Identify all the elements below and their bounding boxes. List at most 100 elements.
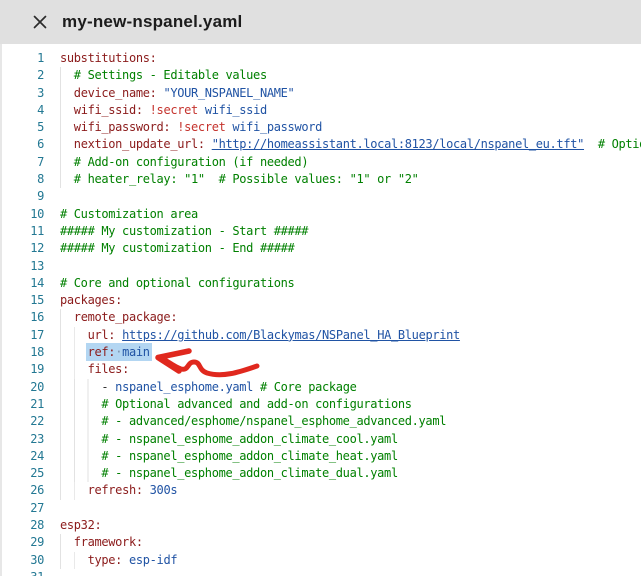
token-k: url: [88,328,116,342]
token-k: esp32: [60,518,101,532]
code-line[interactable]: 4 wifi_ssid: !secret wifi_ssid [2,102,641,119]
code-line[interactable]: 6 nextion_update_url: "http://homeassist… [2,136,641,153]
code-line[interactable]: 29 framework: [2,534,641,551]
token-s: wifi_password [226,120,323,134]
code-text: # heater_relay: "1" # Possible values: "… [60,171,419,188]
line-number: 22 [2,413,44,430]
code-text: framework: [60,534,143,551]
line-number: 3 [2,85,44,102]
code-text: files: [60,361,129,378]
code-line[interactable]: 26 refresh: 300s [2,482,641,499]
line-number: 18 [2,344,44,361]
token-c: ##### My customization - End ##### [60,241,294,255]
code-text: remote_package: [60,309,177,326]
token-p [205,137,212,151]
code-editor[interactable]: 1substitutions:2 # Settings - Editable v… [0,44,641,576]
line-number: 4 [2,102,44,119]
line-number: 21 [2,396,44,413]
code-text: url: https://github.com/Blackymas/NSPane… [60,327,460,344]
token-c: # Optional [598,137,641,151]
code-line[interactable]: 20 - nspanel_esphome.yaml # Core package [2,379,641,396]
token-p: - [101,380,115,394]
line-number: 14 [2,275,44,292]
code-text: esp32: [60,517,101,534]
code-text: # Add-on configuration (if needed) [60,154,308,171]
line-number: 23 [2,431,44,448]
code-text: device_name: "YOUR_NSPANEL_NAME" [60,85,294,102]
token-t: !secret [150,103,198,117]
token-k: ref: [88,345,116,359]
code-line[interactable]: 3 device_name: "YOUR_NSPANEL_NAME" [2,85,641,102]
token-s: nspanel_esphome.yaml [115,380,260,394]
close-button[interactable] [30,12,50,32]
token-k: wifi_ssid: [74,103,143,117]
line-number: 27 [2,500,44,517]
code-text: # Customization area [60,206,198,223]
code-text: ref:·main [60,344,150,361]
code-line[interactable]: 22 # - advanced/esphome/nspanel_esphome_… [2,413,641,430]
line-number: 15 [2,292,44,309]
token-s: 300s [143,483,177,497]
code-area[interactable]: 1substitutions:2 # Settings - Editable v… [2,50,641,576]
code-line[interactable]: 10 # Customization area [2,206,641,223]
token-c: # Customization area [60,207,198,221]
code-line[interactable]: 14 # Core and optional configurations [2,275,641,292]
token-p [143,103,150,117]
code-line[interactable]: 11##### My customization - Start ##### [2,223,641,240]
token-k: type: [88,553,122,567]
code-line[interactable]: 24 # - nspanel_esphome_addon_climate_hea… [2,448,641,465]
line-number: 8 [2,171,44,188]
code-line[interactable]: 16 remote_package: [2,309,641,326]
code-line[interactable]: 5 wifi_password: !secret wifi_password [2,119,641,136]
code-line[interactable]: 19 files: [2,361,641,378]
code-line[interactable]: 31 [2,569,641,576]
line-number: 12 [2,240,44,257]
code-text: # - nspanel_esphome_addon_climate_cool.y… [60,431,398,448]
code-line[interactable]: 23 # - nspanel_esphome_addon_climate_coo… [2,431,641,448]
token-l: "http://homeassistant.local:8123/local/n… [212,137,584,151]
line-number: 19 [2,361,44,378]
code-line[interactable]: 2 # Settings - Editable values [2,67,641,84]
code-line[interactable]: 13 [2,258,641,275]
code-text: - nspanel_esphome.yaml # Core package [60,379,357,396]
token-t: !secret [177,120,225,134]
token-c: # - nspanel_esphome_addon_climate_dual.y… [101,466,397,480]
code-line[interactable]: 8 # heater_relay: "1" # Possible values:… [2,171,641,188]
code-text: wifi_password: !secret wifi_password [60,119,322,136]
code-line[interactable]: 28 esp32: [2,517,641,534]
token-k: files: [88,362,129,376]
code-text: # Settings - Editable values [60,67,267,84]
code-line[interactable]: 15 packages: [2,292,641,309]
code-text: # Optional advanced and add-on configura… [60,396,412,413]
line-number: 10 [2,206,44,223]
code-line[interactable]: 1substitutions: [2,50,641,67]
token-c: # heater_relay: "1" # Possible values: "… [74,172,419,186]
code-line[interactable]: 30 type: esp-idf [2,552,641,569]
code-text: packages: [60,292,122,309]
close-icon [32,14,48,30]
code-line[interactable]: 25 # - nspanel_esphome_addon_climate_dua… [2,465,641,482]
code-text: nextion_update_url: "http://homeassistan… [60,136,641,153]
code-text: refresh: 300s [60,482,177,499]
line-number: 17 [2,327,44,344]
token-s: main [122,345,150,359]
token-k: nextion_update_url: [74,137,205,151]
code-line[interactable]: 12 ##### My customization - End ##### [2,240,641,257]
code-text: wifi_ssid: !secret wifi_ssid [60,102,267,119]
token-c: # - advanced/esphome/nspanel_esphome_adv… [101,414,446,428]
line-number: 7 [2,154,44,171]
token-k: device_name: [74,86,157,100]
token-c: # Add-on configuration (if needed) [74,155,308,169]
code-line[interactable]: 9 [2,188,641,205]
code-line[interactable]: 27 [2,500,641,517]
token-c: # Core and optional configurations [60,276,294,290]
line-number: 28 [2,517,44,534]
line-number: 13 [2,258,44,275]
code-line[interactable]: 18 ref:·main [2,344,641,361]
code-line[interactable]: 21 # Optional advanced and add-on config… [2,396,641,413]
code-line[interactable]: 7 # Add-on configuration (if needed) [2,154,641,171]
line-number: 26 [2,482,44,499]
selected-text: ref:·main [88,345,150,359]
code-line[interactable]: 17 url: https://github.com/Blackymas/NSP… [2,327,641,344]
token-k: framework: [74,535,143,549]
